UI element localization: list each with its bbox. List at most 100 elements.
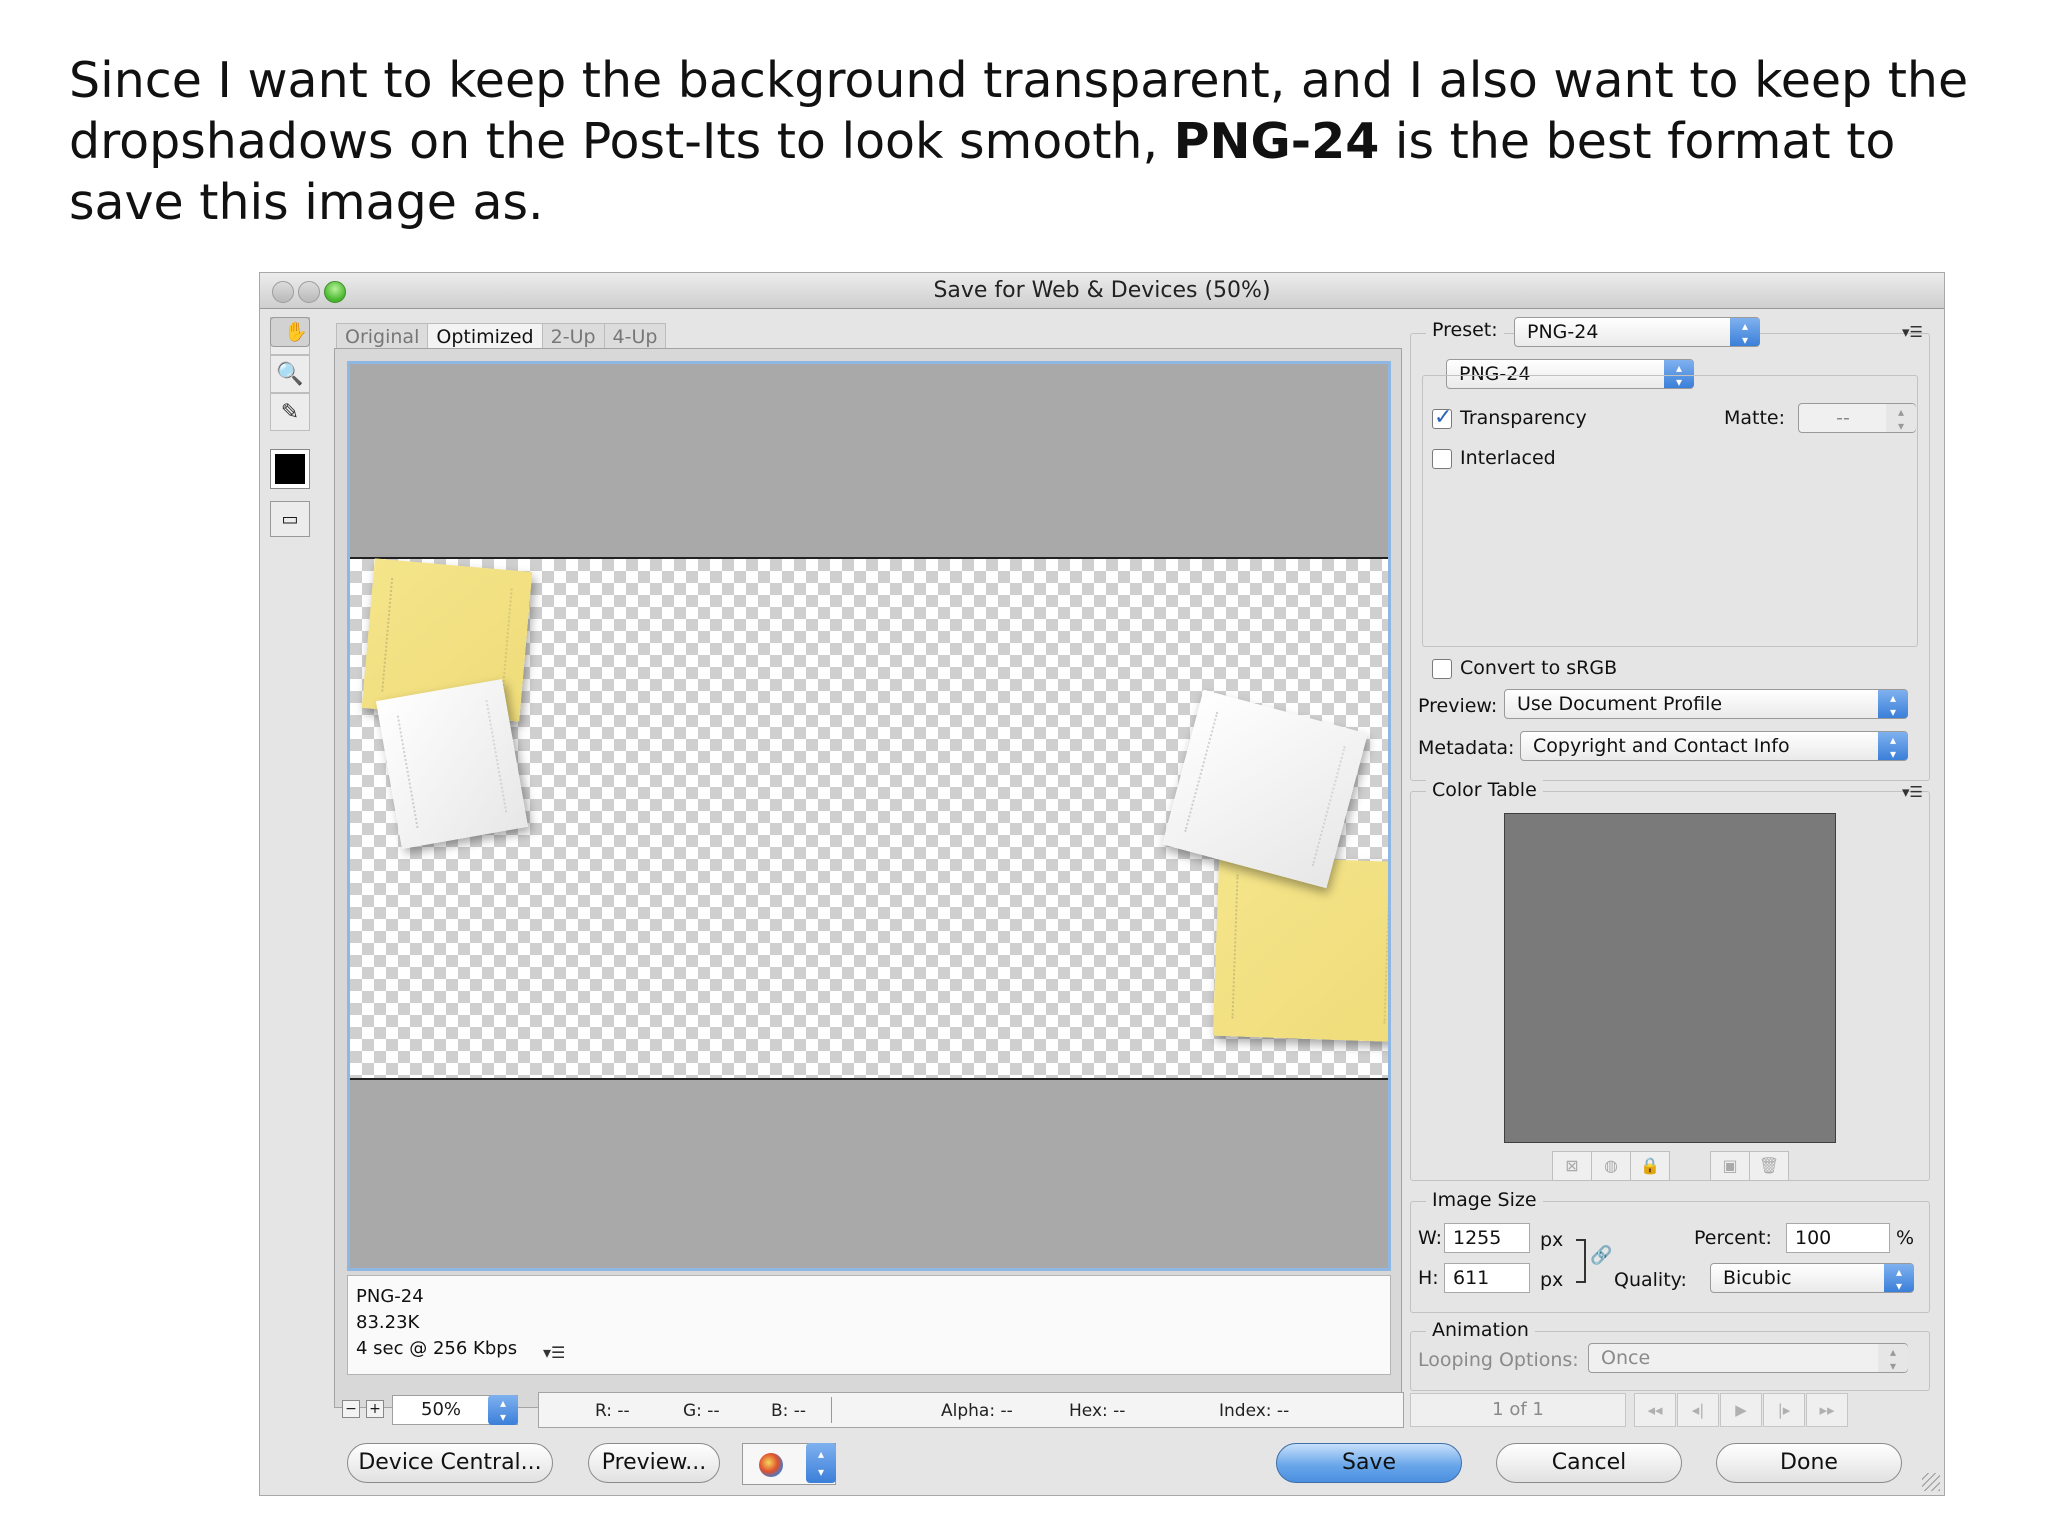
looping-options-value: Once (1601, 1347, 1651, 1369)
looping-options-label: Looping Options: (1418, 1349, 1579, 1371)
zoom-level-select[interactable]: 50% ▴ ▾ (392, 1395, 518, 1425)
tab-2-up[interactable]: 2-Up (541, 323, 605, 349)
zoom-stepper-icon[interactable]: ▴ ▾ (488, 1395, 518, 1425)
quality-label: Quality: (1614, 1269, 1687, 1291)
constrain-proportions-icon[interactable]: 🔗 (1590, 1245, 1612, 1266)
previous-frame-icon[interactable]: ◂| (1677, 1393, 1719, 1427)
height-label: H: (1418, 1267, 1439, 1289)
zoom-level-value: 50% (421, 1399, 462, 1420)
metadata-select[interactable]: Copyright and Contact Info ▴ ▾ (1520, 731, 1908, 761)
readout-g: G: -- (683, 1401, 720, 1421)
optimized-preview-canvas[interactable] (347, 361, 1391, 1271)
new-color-icon[interactable]: ▣ (1710, 1151, 1750, 1181)
metadata-label: Metadata: (1418, 737, 1515, 759)
readout-alpha: Alpha: -- (941, 1401, 1013, 1421)
map-to-transparent-icon[interactable]: ⊠ (1552, 1151, 1592, 1181)
metadata-stepper-icon[interactable]: ▴ ▾ (1878, 732, 1908, 761)
lock-color-icon[interactable]: 🔒 (1630, 1151, 1670, 1181)
caption-text: Since I want to keep the background tran… (69, 50, 2019, 233)
height-input[interactable]: 611 (1444, 1263, 1530, 1293)
quality-value: Bicubic (1723, 1267, 1792, 1289)
download-speed-menu-icon[interactable]: ▾☰ (543, 1340, 565, 1366)
image-size-group (1410, 1201, 1930, 1313)
eyedropper-color-swatch[interactable] (270, 449, 310, 489)
readout-hex: Hex: -- (1069, 1401, 1126, 1421)
interlaced-label: Interlaced (1460, 447, 1556, 469)
matte-select[interactable]: -- ▴ ▾ (1798, 403, 1916, 433)
done-button[interactable]: Done (1716, 1443, 1902, 1483)
post-it-yellow-right (1212, 855, 1388, 1043)
web-shift-icon[interactable]: ◍ (1591, 1151, 1631, 1181)
resize-grip-icon[interactable] (1922, 1473, 1940, 1491)
zoom-in-button[interactable]: + (366, 1400, 384, 1418)
tab-original[interactable]: Original (336, 323, 429, 349)
preview-browser-select[interactable]: ▴ ▾ (742, 1443, 836, 1485)
preset-stepper-icon[interactable]: ▴ ▾ (1730, 318, 1760, 347)
delete-color-icon[interactable]: 🗑 (1749, 1151, 1789, 1181)
width-label: W: (1418, 1227, 1443, 1249)
preview-frame: PNG-24 83.23K 4 sec @ 256 Kbps ▾☰ (334, 348, 1402, 1408)
toggle-slices-icon[interactable]: ▭ (270, 501, 310, 537)
convert-srgb-checkbox[interactable] (1432, 659, 1452, 679)
save-for-web-window: Save for Web & Devices (50%) ✋ ➶ 🔍 ✎ ▭ O… (259, 272, 1945, 1496)
looping-options-stepper-icon[interactable]: ▴ ▾ (1878, 1344, 1908, 1373)
color-table-title: Color Table (1426, 779, 1543, 801)
play-icon[interactable]: ▶ (1720, 1393, 1762, 1427)
view-tabs: Original Optimized 2-Up 4-Up (336, 323, 667, 349)
readout-r: R: -- (595, 1401, 630, 1421)
post-it-white-right (1162, 689, 1368, 889)
quality-select[interactable]: Bicubic ▴ ▾ (1710, 1263, 1914, 1293)
optimization-info: PNG-24 83.23K 4 sec @ 256 Kbps ▾☰ (347, 1275, 1391, 1375)
constrain-bracket (1576, 1239, 1586, 1283)
tool-column: ✋ ➶ 🔍 ✎ ▭ (270, 317, 310, 537)
tab-optimized[interactable]: Optimized (427, 323, 543, 349)
preset-select[interactable]: PNG-24 ▴ ▾ (1514, 317, 1760, 347)
animation-title: Animation (1426, 1319, 1535, 1341)
interlaced-checkbox[interactable] (1432, 449, 1452, 469)
next-frame-icon[interactable]: |▸ (1763, 1393, 1805, 1427)
preview-profile-select[interactable]: Use Document Profile ▴ ▾ (1504, 689, 1908, 719)
caption-bold: PNG-24 (1173, 113, 1380, 170)
browser-stepper-icon[interactable]: ▴ ▾ (806, 1443, 836, 1483)
preview-profile-value: Use Document Profile (1517, 693, 1723, 715)
zoom-out-button[interactable]: − (342, 1400, 360, 1418)
readout-index: Index: -- (1219, 1401, 1290, 1421)
color-readouts: R: -- G: -- B: -- Alpha: -- Hex: -- Inde… (538, 1392, 1404, 1428)
metadata-value: Copyright and Contact Info (1533, 735, 1790, 757)
color-table-menu-icon[interactable]: ▾☰ (1902, 783, 1923, 801)
zoom-tool-icon[interactable]: 🔍 (270, 355, 310, 393)
title-bar: Save for Web & Devices (50%) (260, 273, 1944, 309)
readout-divider (831, 1397, 832, 1423)
preview-button[interactable]: Preview... (588, 1443, 720, 1483)
eyedropper-tool-icon[interactable]: ✎ (270, 393, 310, 431)
looping-options-select[interactable]: Once ▴ ▾ (1588, 1343, 1908, 1373)
width-input[interactable]: 1255 (1444, 1223, 1530, 1253)
first-frame-icon[interactable]: ◂◂ (1634, 1393, 1676, 1427)
convert-srgb-label: Convert to sRGB (1460, 657, 1618, 679)
percent-input[interactable]: 100 (1786, 1223, 1890, 1253)
percent-label: Percent: (1694, 1227, 1772, 1249)
device-central-button[interactable]: Device Central... (347, 1443, 553, 1483)
preview-profile-stepper-icon[interactable]: ▴ ▾ (1878, 690, 1908, 719)
last-frame-icon[interactable]: ▸▸ (1806, 1393, 1848, 1427)
matte-stepper-icon[interactable]: ▴ ▾ (1886, 404, 1916, 433)
hand-tool-icon[interactable]: ✋ (270, 317, 310, 347)
frame-counter: 1 of 1 (1410, 1393, 1626, 1427)
cancel-button[interactable]: Cancel (1496, 1443, 1682, 1483)
window-title: Save for Web & Devices (50%) (933, 278, 1271, 303)
browser-icon (759, 1453, 783, 1477)
quality-stepper-icon[interactable]: ▴ ▾ (1884, 1264, 1914, 1293)
transparency-checkbox[interactable] (1432, 405, 1452, 430)
width-unit: px (1540, 1229, 1564, 1251)
preset-value: PNG-24 (1527, 321, 1599, 343)
tab-4-up[interactable]: 4-Up (603, 323, 667, 349)
image-size-title: Image Size (1426, 1189, 1543, 1211)
save-button[interactable]: Save (1276, 1443, 1462, 1483)
transparent-image-area (350, 557, 1388, 1080)
info-download-time: 4 sec @ 256 Kbps (356, 1338, 518, 1359)
post-it-white-left (375, 679, 529, 849)
preview-profile-label: Preview: (1418, 695, 1498, 717)
preset-menu-icon[interactable]: ▾☰ (1902, 323, 1923, 341)
transparency-label: Transparency (1460, 407, 1587, 429)
color-table-swatches[interactable] (1504, 813, 1836, 1143)
